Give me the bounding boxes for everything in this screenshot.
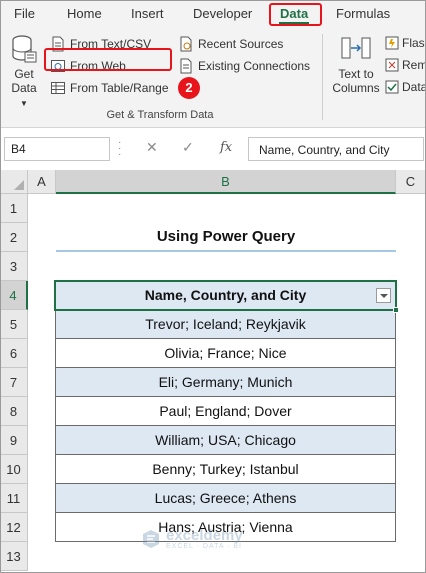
row-header-10[interactable]: 10 xyxy=(0,455,28,484)
sheet-title: Using Power Query xyxy=(156,228,296,245)
row-header-1[interactable]: 1 xyxy=(0,194,28,223)
data-validation-icon xyxy=(385,80,399,94)
table-header-text: Name, Country, and City xyxy=(144,287,307,303)
existing-connections-button[interactable]: Existing Connections xyxy=(178,58,310,74)
text-to-columns-line2: Columns xyxy=(332,81,380,95)
table-icon xyxy=(51,82,65,94)
data-validation-label: Data xyxy=(402,80,426,94)
text-to-columns-icon xyxy=(341,37,371,59)
formula-input[interactable]: Name, Country, and City xyxy=(248,137,424,161)
ribbon-tab-bar: File Home Insert Developer Data Formulas xyxy=(0,0,426,28)
row-header-13[interactable]: 13 xyxy=(0,542,28,571)
tab-file[interactable]: File xyxy=(14,6,35,21)
row-header-11[interactable]: 11 xyxy=(0,484,28,513)
row-header-3[interactable]: 3 xyxy=(0,252,28,281)
cancel-entry-icon[interactable]: ✕ xyxy=(146,139,158,156)
table-row[interactable]: Eli; Germany; Munich xyxy=(55,368,396,397)
tab-developer[interactable]: Developer xyxy=(193,6,252,21)
row-header-9[interactable]: 9 xyxy=(0,426,28,455)
group-separator xyxy=(322,34,323,120)
data-tab-highlight-box xyxy=(269,3,322,26)
row-header-12[interactable]: 12 xyxy=(0,513,28,542)
database-icon xyxy=(12,35,37,63)
table-row[interactable]: Olivia; France; Nice xyxy=(55,339,396,368)
get-data-label-line2: Data ▼ xyxy=(11,81,37,108)
select-all-button[interactable] xyxy=(0,170,28,194)
formula-bar: B4 · · · ✕ ✓ fx Name, Country, and City xyxy=(0,128,426,170)
from-table-range-label: From Table/Range xyxy=(70,81,169,95)
table-row[interactable]: Benny; Turkey; Istanbul xyxy=(55,455,396,484)
exceldemy-watermark: exceldemy EXCEL · DATA · BI xyxy=(140,528,243,550)
flash-fill-button[interactable]: Flas xyxy=(385,36,425,50)
watermark-name: exceldemy xyxy=(166,526,243,544)
remove-duplicates-icon xyxy=(385,58,399,72)
tab-home[interactable]: Home xyxy=(67,6,102,21)
remove-duplicates-button[interactable]: Rem xyxy=(385,58,426,72)
flash-fill-label: Flas xyxy=(402,36,425,50)
connections-icon xyxy=(180,58,192,74)
recent-sources-label: Recent Sources xyxy=(198,37,284,51)
column-header-b[interactable]: B xyxy=(56,170,396,194)
insert-function-button[interactable]: fx xyxy=(220,140,232,155)
exceldemy-logo-icon xyxy=(143,530,159,548)
table-row[interactable]: Paul; England; Dover xyxy=(55,397,396,426)
row-header-5[interactable]: 5 xyxy=(0,310,28,339)
tab-formulas[interactable]: Formulas xyxy=(336,6,390,21)
recent-sources-button[interactable]: Recent Sources xyxy=(178,36,283,52)
remove-duplicates-label: Rem xyxy=(402,58,426,72)
table-row[interactable]: Trevor; Iceland; Reykjavik xyxy=(55,310,396,339)
filter-dropdown-icon[interactable] xyxy=(376,288,391,303)
row-header-4[interactable]: 4 xyxy=(0,281,28,310)
get-data-button[interactable]: Get Data ▼ xyxy=(6,34,42,111)
data-validation-button[interactable]: Data xyxy=(385,80,426,94)
table-row[interactable]: Lucas; Greece; Athens xyxy=(55,484,396,513)
ribbon-panel: Get Data ▼ From Text/CSV From Web From T… xyxy=(0,28,426,128)
column-header-c[interactable]: C xyxy=(396,170,426,194)
text-to-columns-button[interactable]: Text to Columns xyxy=(328,34,384,95)
tab-insert[interactable]: Insert xyxy=(131,6,164,21)
name-box[interactable]: B4 xyxy=(4,137,110,161)
get-data-label-line1: Get xyxy=(14,67,34,81)
worksheet-grid: A B C 1 2 3 4 5 6 7 8 9 10 11 12 13 Usin… xyxy=(0,170,426,573)
chevron-down-icon: ▼ xyxy=(20,99,28,108)
from-table-range-highlight-box xyxy=(44,48,172,71)
group-label-get-transform: Get & Transform Data xyxy=(106,109,214,121)
from-table-range-button[interactable]: From Table/Range xyxy=(50,80,169,96)
table-row[interactable]: William; USA; Chicago xyxy=(55,426,396,455)
row-header-6[interactable]: 6 xyxy=(0,339,28,368)
text-to-columns-line1: Text to xyxy=(338,67,374,81)
flash-fill-icon xyxy=(385,36,399,50)
fill-handle[interactable] xyxy=(393,307,399,313)
column-header-a[interactable]: A xyxy=(28,170,56,194)
formula-bar-grip-icon: · · · xyxy=(118,137,122,160)
confirm-entry-icon[interactable]: ✓ xyxy=(182,139,194,156)
row-header-2[interactable]: 2 xyxy=(0,223,28,252)
recent-sources-icon xyxy=(180,36,192,52)
row-header-7[interactable]: 7 xyxy=(0,368,28,397)
watermark-tagline: EXCEL · DATA · BI xyxy=(166,542,242,550)
data-table: Name, Country, and City Trevor; Iceland;… xyxy=(54,280,399,542)
table-header-cell[interactable]: Name, Country, and City xyxy=(54,280,399,313)
existing-connections-label: Existing Connections xyxy=(198,59,311,73)
row-header-8[interactable]: 8 xyxy=(0,397,28,426)
title-underline xyxy=(56,250,396,252)
step-marker-2: 2 xyxy=(178,77,200,99)
